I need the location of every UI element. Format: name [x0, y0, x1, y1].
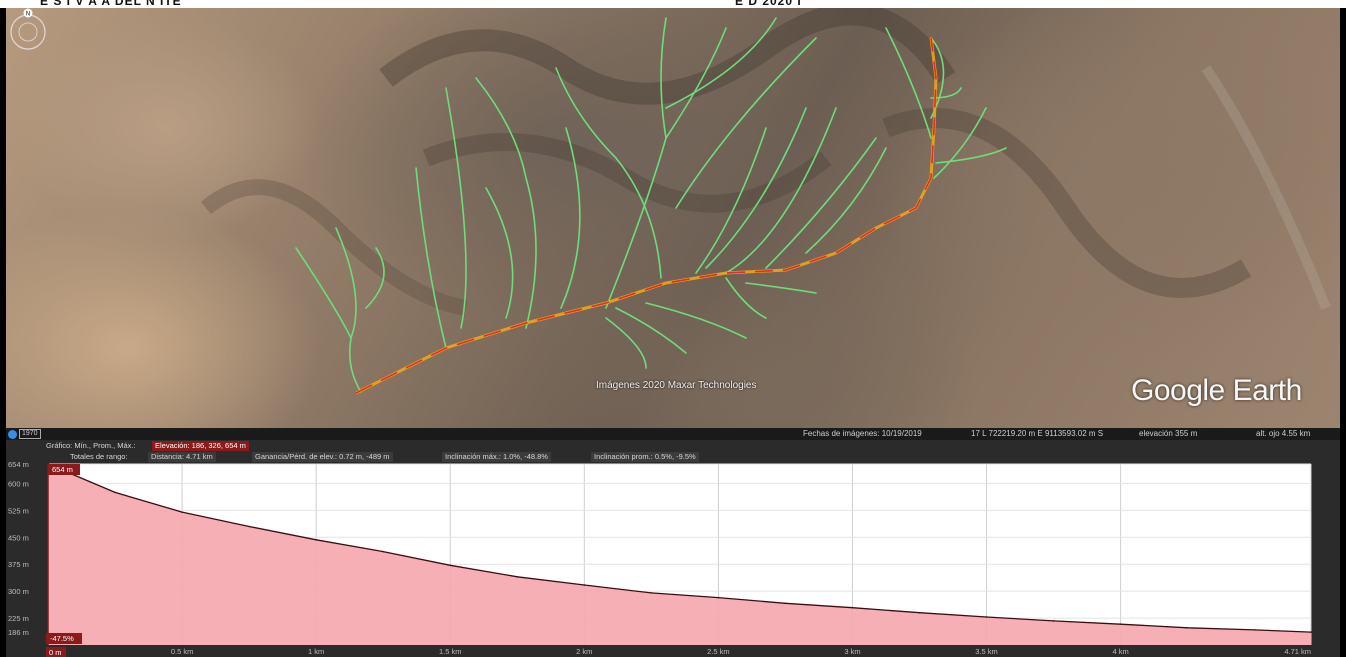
elevation-point — [1310, 631, 1312, 633]
x-tick-label: 3.5 km — [975, 647, 998, 656]
x-tick-label: 4 km — [1112, 647, 1128, 656]
x-tick-label: 1.5 km — [439, 647, 462, 656]
map-viewport[interactable]: Imágenes 2020 Maxar Technologies Google … — [6, 8, 1340, 428]
header-left-title: E S I V A A DEL N ITE — [40, 0, 182, 8]
terrain-ridges — [200, 8, 1331, 316]
compass-icon[interactable]: N — [6, 8, 50, 52]
elevation-point — [248, 525, 250, 528]
elevation-point — [114, 491, 116, 494]
status-bar: 1970 Fechas de imágenes: 10/19/2019 17 L… — [6, 428, 1340, 440]
elevation-point — [650, 592, 653, 594]
x-tick-label: 3 km — [844, 647, 860, 656]
y-tick-label: 654 m — [8, 460, 29, 469]
elevation-point — [985, 616, 988, 618]
y-tick-label: 375 m — [8, 560, 29, 569]
header-right-title: E D 2020 I — [735, 0, 802, 8]
x-tick-label: 2 km — [576, 647, 592, 656]
coordinates-readout: 17 L 722219.20 m E 9113593.02 m S — [971, 429, 1104, 438]
elevation-point — [717, 596, 720, 599]
compass-north-label: N — [26, 12, 30, 18]
map-overlay — [200, 8, 1331, 395]
elevation-point — [1186, 626, 1189, 629]
y-tick-label: 225 m — [8, 614, 29, 623]
x-tick-label: 4.71 km — [1284, 647, 1311, 656]
document-header: E S I V A A DEL N ITE E D 2020 I — [0, 0, 1346, 8]
y-tick-label: 300 m — [8, 587, 29, 596]
scale-label: 1970 — [19, 429, 41, 439]
elevation-point — [583, 584, 586, 586]
x-tick-label: 2.5 km — [707, 647, 730, 656]
elevation-point — [1119, 623, 1122, 625]
elevation-profile-panel: Gráfico: Mín., Prom., Máx.: Elevación: 1… — [6, 440, 1340, 657]
elevation-profile-chart[interactable]: 600 m 525 m 450 m 375 m 300 m 225 m 186 m 654 m… — [6, 440, 1340, 657]
elevation-point — [181, 511, 183, 513]
max-elevation-marker: 654 m — [52, 465, 73, 474]
imagery-credit: Imágenes 2020 Maxar Technologies — [596, 380, 757, 391]
elevation-point — [784, 602, 787, 605]
elevation-readout: elevación 355 m — [1139, 429, 1198, 438]
elevation-point — [1052, 620, 1055, 622]
y-tick-label: 525 m — [8, 506, 29, 515]
elevation-point — [516, 575, 519, 578]
scale-control[interactable]: 1970 — [8, 429, 41, 439]
eye-altitude-readout: alt. ojo 4.55 km — [1256, 429, 1311, 438]
elevation-point — [315, 538, 317, 541]
elevation-point — [1253, 629, 1256, 631]
x-tick-label: 0.5 km — [171, 647, 194, 656]
elevation-point — [449, 564, 452, 567]
x-tick-label: 1 km — [308, 647, 324, 656]
google-earth-logo: Google Earth — [1131, 374, 1302, 407]
elevation-point — [918, 611, 921, 614]
y-tick-label: 450 m — [8, 533, 29, 542]
imagery-date: Fechas de imágenes: 10/19/2019 — [803, 429, 922, 438]
slope-marker: -47.5% — [50, 634, 74, 643]
elevation-point — [382, 550, 384, 553]
start-distance-marker: 0 m — [49, 648, 62, 657]
y-tick-label: 186 m — [8, 628, 29, 637]
globe-icon — [8, 429, 17, 439]
y-tick-label: 600 m — [8, 479, 29, 488]
elevation-point — [851, 606, 854, 609]
